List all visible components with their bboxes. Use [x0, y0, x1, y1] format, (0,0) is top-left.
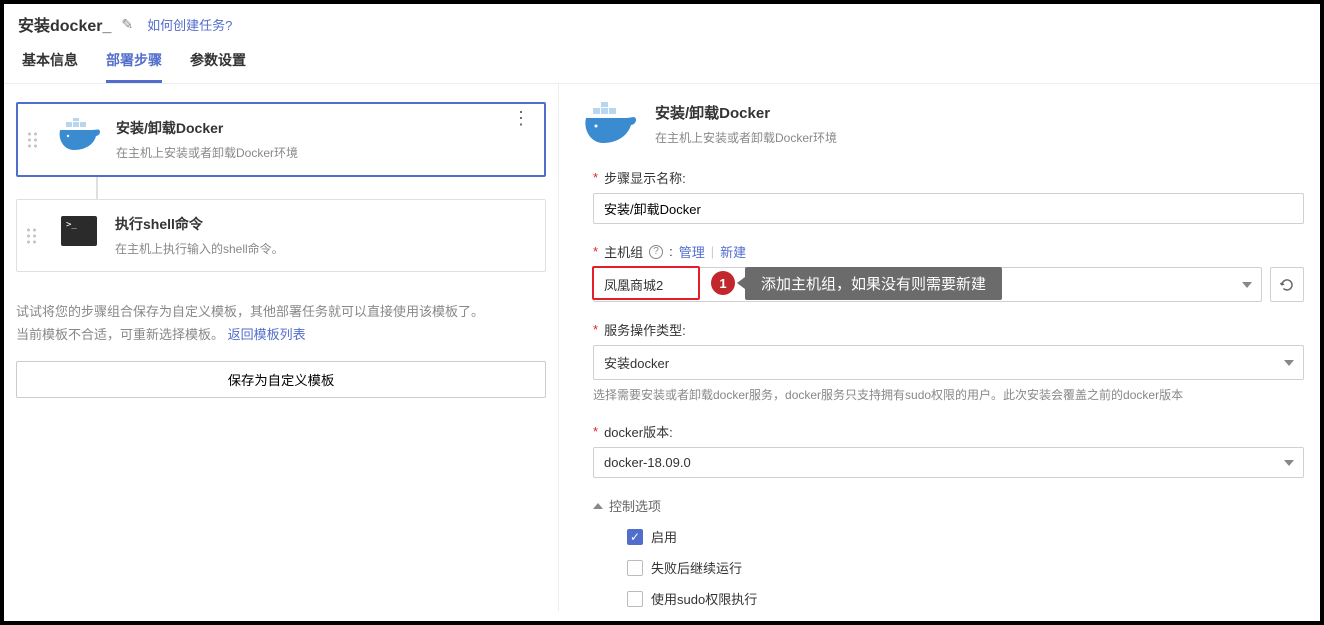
separator: | — [711, 244, 714, 259]
service-type-label: 服务操作类型: — [604, 320, 686, 339]
page-title: 安装docker_ — [18, 12, 111, 36]
docker-icon — [58, 118, 102, 152]
sudo-checkbox[interactable] — [627, 591, 643, 607]
required-icon: * — [593, 322, 598, 337]
detail-title: 安装/卸载Docker — [655, 102, 837, 123]
edit-title-icon[interactable]: ✎ — [121, 16, 133, 33]
host-group-manage-link[interactable]: 管理 — [679, 242, 705, 261]
callout: 1 添加主机组，如果没有则需要新建 — [711, 267, 1002, 299]
chevron-down-icon — [1284, 460, 1294, 466]
steps-panel: 安装/卸载Docker 在主机上安装或者卸载Docker环境 ⋮ >_ — [4, 84, 559, 611]
service-type-hint: 选择需要安装或者卸载docker服务，docker服务只支持拥有sudo权限的用… — [593, 386, 1304, 404]
tabs-bar: 基本信息 部署步骤 参数设置 — [4, 40, 1320, 84]
step-connector — [96, 177, 98, 199]
host-group-value: 凤凰商城2 — [604, 278, 663, 293]
chevron-down-icon — [1242, 282, 1252, 288]
service-type-value: 安装docker — [604, 356, 669, 371]
required-icon: * — [593, 424, 598, 439]
required-icon: * — [593, 244, 598, 259]
step-name-input[interactable] — [593, 193, 1304, 224]
docker-version-label: docker版本: — [604, 422, 673, 441]
callout-number-badge: 1 — [711, 271, 735, 295]
refresh-button[interactable] — [1270, 267, 1304, 302]
host-group-new-link[interactable]: 新建 — [720, 242, 746, 261]
required-icon: * — [593, 170, 598, 185]
chevron-up-icon — [593, 503, 603, 509]
tab-param-settings[interactable]: 参数设置 — [190, 50, 246, 83]
enable-checkbox[interactable]: ✓ — [627, 529, 643, 545]
help-icon[interactable]: ? — [649, 245, 663, 259]
detail-desc: 在主机上安装或者卸载Docker环境 — [655, 129, 837, 146]
step-card-docker[interactable]: 安装/卸载Docker 在主机上安装或者卸载Docker环境 ⋮ — [16, 102, 546, 177]
callout-text: 添加主机组，如果没有则需要新建 — [745, 267, 1002, 300]
continue-on-fail-checkbox[interactable] — [627, 560, 643, 576]
drag-handle-icon[interactable] — [27, 228, 36, 243]
docker-version-select[interactable]: docker-18.09.0 — [593, 447, 1304, 478]
step-name-label: 步骤显示名称: — [604, 168, 686, 187]
sudo-label: 使用sudo权限执行 — [651, 589, 757, 608]
save-template-button[interactable]: 保存为自定义模板 — [16, 361, 546, 398]
hint-text: 试试将您的步骤组合保存为自定义模板，其他部署任务就可以直接使用该模板了。 — [16, 300, 546, 323]
enable-label: 启用 — [651, 527, 677, 546]
step-more-icon[interactable]: ⋮ — [512, 116, 530, 120]
step-desc: 在主机上安装或者卸载Docker环境 — [116, 144, 530, 161]
refresh-icon — [1279, 277, 1295, 293]
svg-text:>_: >_ — [66, 220, 77, 230]
tab-basic-info[interactable]: 基本信息 — [22, 50, 78, 83]
control-options-label: 控制选项 — [609, 496, 661, 515]
help-link[interactable]: 如何创建任务? — [147, 15, 232, 34]
terminal-icon: >_ — [57, 214, 101, 248]
step-detail-panel: 安装/卸载Docker 在主机上安装或者卸载Docker环境 * 步骤显示名称:… — [559, 84, 1320, 611]
continue-on-fail-label: 失败后继续运行 — [651, 558, 742, 577]
docker-version-value: docker-18.09.0 — [604, 455, 691, 470]
step-desc: 在主机上执行输入的shell命令。 — [115, 240, 531, 257]
tab-deploy-steps[interactable]: 部署步骤 — [106, 50, 162, 83]
hint-text: 当前模板不合适，可重新选择模板。 — [16, 327, 224, 342]
back-template-link[interactable]: 返回模板列表 — [228, 327, 306, 342]
docker-icon — [583, 102, 639, 146]
service-type-select[interactable]: 安装docker — [593, 345, 1304, 380]
step-title: 执行shell命令 — [115, 214, 531, 234]
chevron-down-icon — [1284, 360, 1294, 366]
host-group-label: 主机组 — [604, 242, 643, 261]
control-options-toggle[interactable]: 控制选项 — [593, 496, 1304, 515]
step-card-shell[interactable]: >_ 执行shell命令 在主机上执行输入的shell命令。 — [16, 199, 546, 272]
host-group-select[interactable]: 凤凰商城2 1 添加主机组，如果没有则需要新建 — [593, 267, 1262, 302]
drag-handle-icon[interactable] — [28, 132, 37, 147]
step-title: 安装/卸载Docker — [116, 118, 530, 138]
